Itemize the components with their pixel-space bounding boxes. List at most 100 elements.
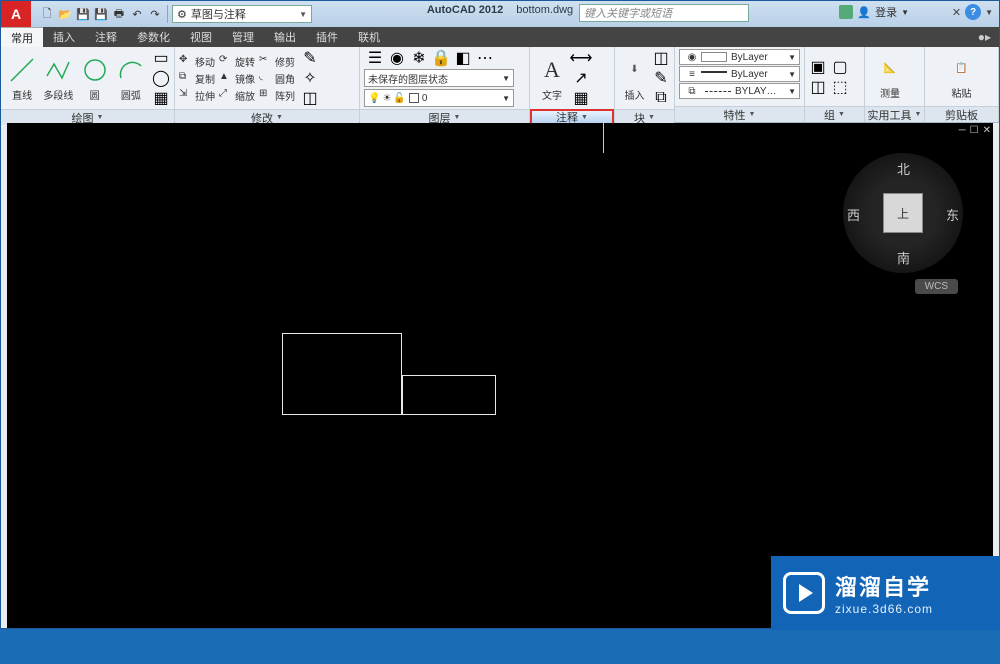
panel-util-title[interactable]: 实用工具 ▼ [865,106,924,122]
app-logo[interactable]: A [1,1,31,27]
trim-button[interactable]: ✂修剪 [259,54,295,69]
doc-minimize-button[interactable]: ─ [959,125,966,136]
create-block-icon[interactable]: ◫ [652,49,670,67]
ellipse-icon[interactable]: ◯ [152,69,170,87]
panel-util-label: 实用工具 [868,107,912,123]
tab-plugins[interactable]: 插件 [306,27,348,47]
edit-block-icon[interactable]: ✎ [652,69,670,87]
color-icon: ◉ [683,48,701,66]
mirror-button[interactable]: ▲镜像 [219,71,255,86]
tab-online[interactable]: 联机 [348,27,390,47]
group-icon[interactable]: ▣ [809,58,827,76]
rectangle-icon[interactable]: ▭ [152,49,170,67]
qat-redo-icon[interactable]: ↷ [147,6,163,22]
tab-insert[interactable]: 插入 [43,27,85,47]
tab-manage[interactable]: 管理 [222,27,264,47]
wcs-badge[interactable]: WCS [915,279,958,294]
color-dropdown[interactable]: ◉ ByLayer ▼ [679,49,800,65]
login-area[interactable]: 👤 登录 ▼ [839,4,909,20]
tab-view[interactable]: 视图 [180,27,222,47]
offset-icon[interactable]: ◫ [301,89,319,107]
erase-icon[interactable]: ✎ [301,49,319,67]
paste-button[interactable]: 📋 粘贴 [941,53,983,100]
tab-output[interactable]: 输出 [264,27,306,47]
chevron-down-icon[interactable]: ▼ [985,8,993,17]
circle-button[interactable]: 圆 [78,55,112,102]
viewcube-top-face[interactable]: 上 [883,193,923,233]
layer-lock-icon[interactable]: 🔒 [432,49,450,67]
group-edit-icon[interactable]: ◫ [809,78,827,96]
qat-open-icon[interactable]: 📂 [57,6,73,22]
panel-properties-title[interactable]: 特性 ▼ [675,106,804,122]
dimension-icon[interactable]: ⟷ [572,49,590,67]
hatch-icon[interactable]: ▦ [152,89,170,107]
layer-color-icon[interactable]: ◧ [454,49,472,67]
tab-annotate[interactable]: 注释 [85,27,127,47]
layer-more-icon[interactable]: ⋯ [476,49,494,67]
color-swatch [701,52,727,62]
group-bbox-icon[interactable]: ⬚ [831,78,849,96]
qat-saveas-icon[interactable]: 💾 [93,6,109,22]
doc-close-button[interactable]: ✕ [983,125,991,136]
panel-utilities: 📐 测量 实用工具 ▼ [865,47,925,122]
lineweight-label: ByLayer [731,69,768,80]
layer-state-dropdown[interactable]: 未保存的图层状态 ▼ [364,69,514,87]
fillet-button[interactable]: ◟圆角 [259,71,295,86]
copy-button[interactable]: ⧉复制 [179,71,215,86]
workspace-dropdown[interactable]: ⚙ 草图与注释 ▼ [172,5,312,23]
ungroup-icon[interactable]: ▢ [831,58,849,76]
line-button[interactable]: 直线 [5,55,39,102]
panel-group-title[interactable]: 组 ▼ [805,106,864,122]
qat-undo-icon[interactable]: ↶ [129,6,145,22]
array-button[interactable]: ⊞阵列 [259,88,295,103]
help-button[interactable]: ? [965,4,981,20]
login-label: 登录 [875,4,897,20]
viewcube-west[interactable]: 西 [847,205,860,224]
tab-parametric[interactable]: 参数化 [127,27,180,47]
lock-open-icon: 🔓 [393,93,405,104]
stretch-button[interactable]: ⇲拉伸 [179,88,215,103]
measure-button[interactable]: 📐 测量 [869,53,911,100]
modify-grid: ✥移动 ⟳旋转 ✂修剪 ⧉复制 ▲镜像 ◟圆角 ⇲拉伸 ⤢缩放 ⊞阵列 [179,54,295,103]
qat-new-icon[interactable]: 🗋 [39,6,55,22]
viewcube[interactable]: 北 南 东 西 上 [843,153,963,273]
line-swatch [701,71,727,81]
panel-clip-title[interactable]: 剪贴板 [925,106,998,122]
search-input[interactable]: 键入关键字或短语 [579,4,749,22]
layer-off-icon[interactable]: ◉ [388,49,406,67]
panel-properties-label: 特性 [724,107,746,123]
polyline-button[interactable]: 多段线 [41,55,75,102]
drawing-canvas[interactable]: ─ ☐ ✕ 北 南 东 西 上 WCS [7,123,993,628]
group-grid: ▣ ▢ ◫ ⬚ [809,58,849,96]
arc-button[interactable]: 圆弧 [114,55,148,102]
move-button[interactable]: ✥移动 [179,54,215,69]
fillet-icon: ◟ [259,71,273,85]
layer-freeze-icon[interactable]: ❄ [410,49,428,67]
circle-label: 圆 [90,87,100,102]
insert-block-button[interactable]: ⬇ 插入 [619,55,650,102]
viewcube-south[interactable]: 南 [897,248,910,267]
text-button[interactable]: A 文字 [534,55,570,102]
layer-current-dropdown[interactable]: 💡 ☀ 🔓 0 ▼ [364,89,514,107]
scale-button[interactable]: ⤢缩放 [219,88,255,103]
viewcube-north[interactable]: 北 [897,159,910,178]
qat-print-icon[interactable]: 🖶 [111,6,127,22]
explode-icon[interactable]: ✧ [301,69,319,87]
sun-icon: ☀ [382,93,391,104]
rotate-button[interactable]: ⟳旋转 [219,54,255,69]
qat-save-icon[interactable]: 💾 [75,6,91,22]
lineweight-dropdown[interactable]: ≡ ByLayer ▼ [679,66,800,82]
exchange-icon[interactable]: ✕ [952,6,961,19]
doc-restore-button[interactable]: ☐ [970,125,979,136]
table-icon[interactable]: ▦ [572,89,590,107]
linetype-dropdown[interactable]: ⧉ BYLAY… ▼ [679,83,800,99]
chevron-down-icon: ▼ [901,8,909,17]
tabs-extra[interactable]: ●▸ [978,27,999,47]
layer-prop-icon[interactable]: ☰ [366,49,384,67]
attr-icon[interactable]: ⧉ [652,89,670,107]
leader-icon[interactable]: ↗ [572,69,590,87]
viewcube-east[interactable]: 东 [946,205,959,224]
panel-annotate: A 文字 ⟷ ↗ ▦ 注释 ▼ [530,47,615,122]
linetype-icon: ⧉ [683,82,701,100]
tab-home[interactable]: 常用 [1,27,43,47]
